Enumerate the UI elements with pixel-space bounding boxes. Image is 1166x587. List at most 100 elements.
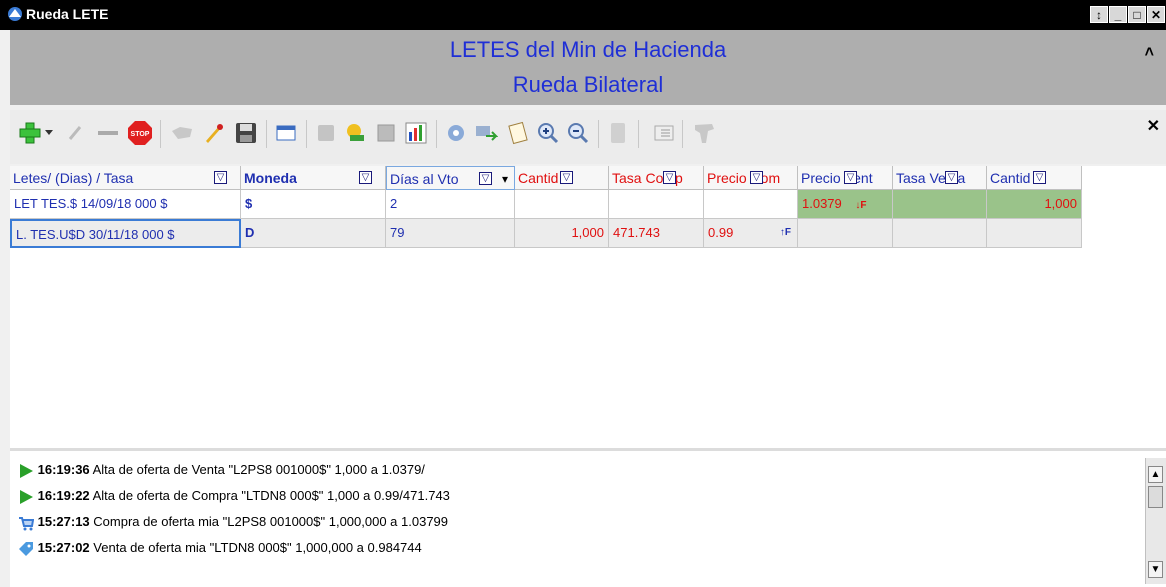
close-button[interactable]: ✕ [1147,6,1165,23]
table-cell-cant-compra[interactable] [515,190,609,219]
table-cell-cant-compra[interactable]: 1,000 [515,219,609,248]
log-time: 15:27:02 [37,540,90,555]
chart-icon[interactable] [402,118,430,148]
rocket-icon[interactable] [200,118,228,148]
transfer-icon[interactable] [472,118,500,148]
zoom-in-icon[interactable] [534,118,562,148]
up-flag-icon: ↑F [779,227,791,238]
table-cell-moneda[interactable]: $ [241,190,386,219]
window-title: Rueda LETE [26,6,109,22]
log-text: Alta de oferta de Venta "L2PS8 001000$" … [92,462,425,477]
filter-icon[interactable]: ▽ [1033,171,1046,184]
col-header-tasa-compra[interactable]: Tasa Comp ▽ [609,166,704,190]
gear-icon[interactable] [442,118,470,148]
table-cell-precio-compra[interactable] [704,190,798,219]
table-cell-tasa-compra[interactable]: 471.743 [609,219,704,248]
table-cell-letes[interactable]: L. TES.U$D 30/11/18 000 $ [10,219,241,248]
table-cell-tasa-venta[interactable] [893,219,987,248]
table-cell-moneda[interactable]: D [241,219,386,248]
play-icon [20,489,33,504]
title-bar: Rueda LETE ↕ _ □ ✕ [0,0,1166,30]
filter-icon[interactable]: ▽ [750,171,763,184]
col-header-moneda[interactable]: Moneda ▽ [241,166,386,190]
table-cell-dias[interactable]: 79 [386,219,515,248]
layout-icon[interactable] [650,118,678,148]
header-panel: LETES del Min de Hacienda Rueda Bilatera… [10,30,1166,105]
col-header-tasa-venta[interactable]: Tasa Venta ▽ [893,166,987,190]
zoom-out-icon[interactable] [564,118,592,148]
log-text: Venta de oferta mia "LTDN8 000$" 1,000,0… [93,540,422,555]
header-subtitle: Rueda Bilateral [512,72,664,97]
clipboard-icon[interactable] [504,118,532,148]
table-cell-tasa-venta[interactable] [893,190,987,219]
log-item[interactable]: 15:27:13 Compra de oferta mia "L2PS8 001… [18,509,448,535]
square-icon[interactable] [312,118,340,148]
map-icon[interactable] [690,118,718,148]
log-item[interactable]: 15:27:02 Venta de oferta mia "LTDN8 000$… [18,535,422,561]
close-toolbar-icon[interactable]: ✕ [1147,116,1160,136]
tag-icon [19,541,33,556]
col-header-cant-venta[interactable]: Cantid ▽ [987,166,1082,190]
log-text: Alta de oferta de Compra "LTDN8 000$" 1,… [92,488,450,503]
window-icon[interactable] [272,118,300,148]
table-cell-precio-venta[interactable]: 1.0379 ↓F [798,190,893,219]
log-item[interactable]: 16:19:22 Alta de oferta de Compra "LTDN8… [18,483,450,509]
col-header-label: Precio Com [707,170,781,186]
col-header-precio-compra[interactable]: Precio Com ▽ [704,166,798,190]
hand-icon[interactable] [342,118,370,148]
remove-icon[interactable] [94,118,122,148]
filter-icon[interactable]: ▽ [663,171,676,184]
table-cell-precio-venta[interactable] [798,219,893,248]
resize-button[interactable]: ↕ [1090,6,1108,23]
log-item[interactable]: 16:19:36 Alta de oferta de Venta "L2PS8 … [18,457,425,483]
header-title: LETES del Min de Hacienda [449,37,727,62]
add-icon[interactable] [16,118,44,148]
event-log: 16:19:36 Alta de oferta de Venta "L2PS8 … [10,448,1166,587]
col-header-letes[interactable]: Letes/ (Dias) / Tasa ▽ [10,166,241,190]
filter-icon[interactable]: ▽ [844,171,857,184]
col-header-dias[interactable]: Días al Vto ▽ ▾ [386,166,515,190]
log-scrollbar[interactable]: ▲ ▼ [1145,458,1166,584]
log-time: 16:19:22 [37,488,90,503]
precio-compra-value: 0.99 [708,225,734,240]
stop-icon[interactable]: STOP [126,118,154,148]
filter-icon[interactable]: ▽ [945,171,958,184]
down-flag-icon: ↓F [855,200,867,211]
scroll-up-icon[interactable]: ▲ [1148,466,1163,483]
collapse-icon[interactable]: ˄ [1145,44,1154,62]
col-header-label: Precio Vent [801,170,873,186]
col-header-label: Letes/ (Dias) / Tasa [13,170,134,186]
filter-icon[interactable]: ▽ [214,171,227,184]
scroll-thumb[interactable] [1148,486,1163,508]
dropdown-arrow-icon[interactable] [42,118,56,148]
table-cell-cant-venta[interactable] [987,219,1082,248]
filter-icon[interactable]: ▽ [359,171,372,184]
table-cell-letes[interactable]: LET TES.$ 14/09/18 000 $ [10,190,241,219]
toolbar: STOP ✕ [10,110,1166,164]
col-header-label: Cantid [518,170,559,186]
scroll-down-icon[interactable]: ▼ [1148,561,1163,578]
table-cell-tasa-compra[interactable] [609,190,704,219]
table-cell-dias[interactable]: 2 [386,190,515,219]
app-icon [8,7,22,21]
col-header-precio-venta[interactable]: Precio Vent ▽ [798,166,893,190]
letes-table: Letes/ (Dias) / Tasa ▽ Moneda ▽ Días al … [10,166,1166,466]
filter-icon[interactable]: ▽ [479,172,492,185]
play-icon [20,463,33,478]
col-header-cant-compra[interactable]: Cantid ▽ [515,166,609,190]
log-time: 15:27:13 [37,514,90,529]
col-header-label: Cantid [990,170,1031,186]
maximize-button[interactable]: □ [1128,6,1146,23]
table-cell-precio-compra[interactable]: 0.99 ↑F [704,219,798,248]
filter-icon[interactable]: ▽ [560,171,573,184]
minimize-button[interactable]: _ [1109,6,1127,23]
edit-icon[interactable] [62,118,90,148]
sort-desc-icon[interactable]: ▾ [502,167,508,189]
handshake-icon[interactable] [168,118,196,148]
blank-icon[interactable] [604,118,632,148]
table-cell-cant-venta[interactable]: 1,000 [987,190,1082,219]
save-icon[interactable] [232,118,260,148]
log-text: Compra de oferta mia "L2PS8 001000$" 1,0… [93,514,449,529]
image-icon[interactable] [372,118,400,148]
precio-venta-value: 1.0379 [802,196,842,211]
